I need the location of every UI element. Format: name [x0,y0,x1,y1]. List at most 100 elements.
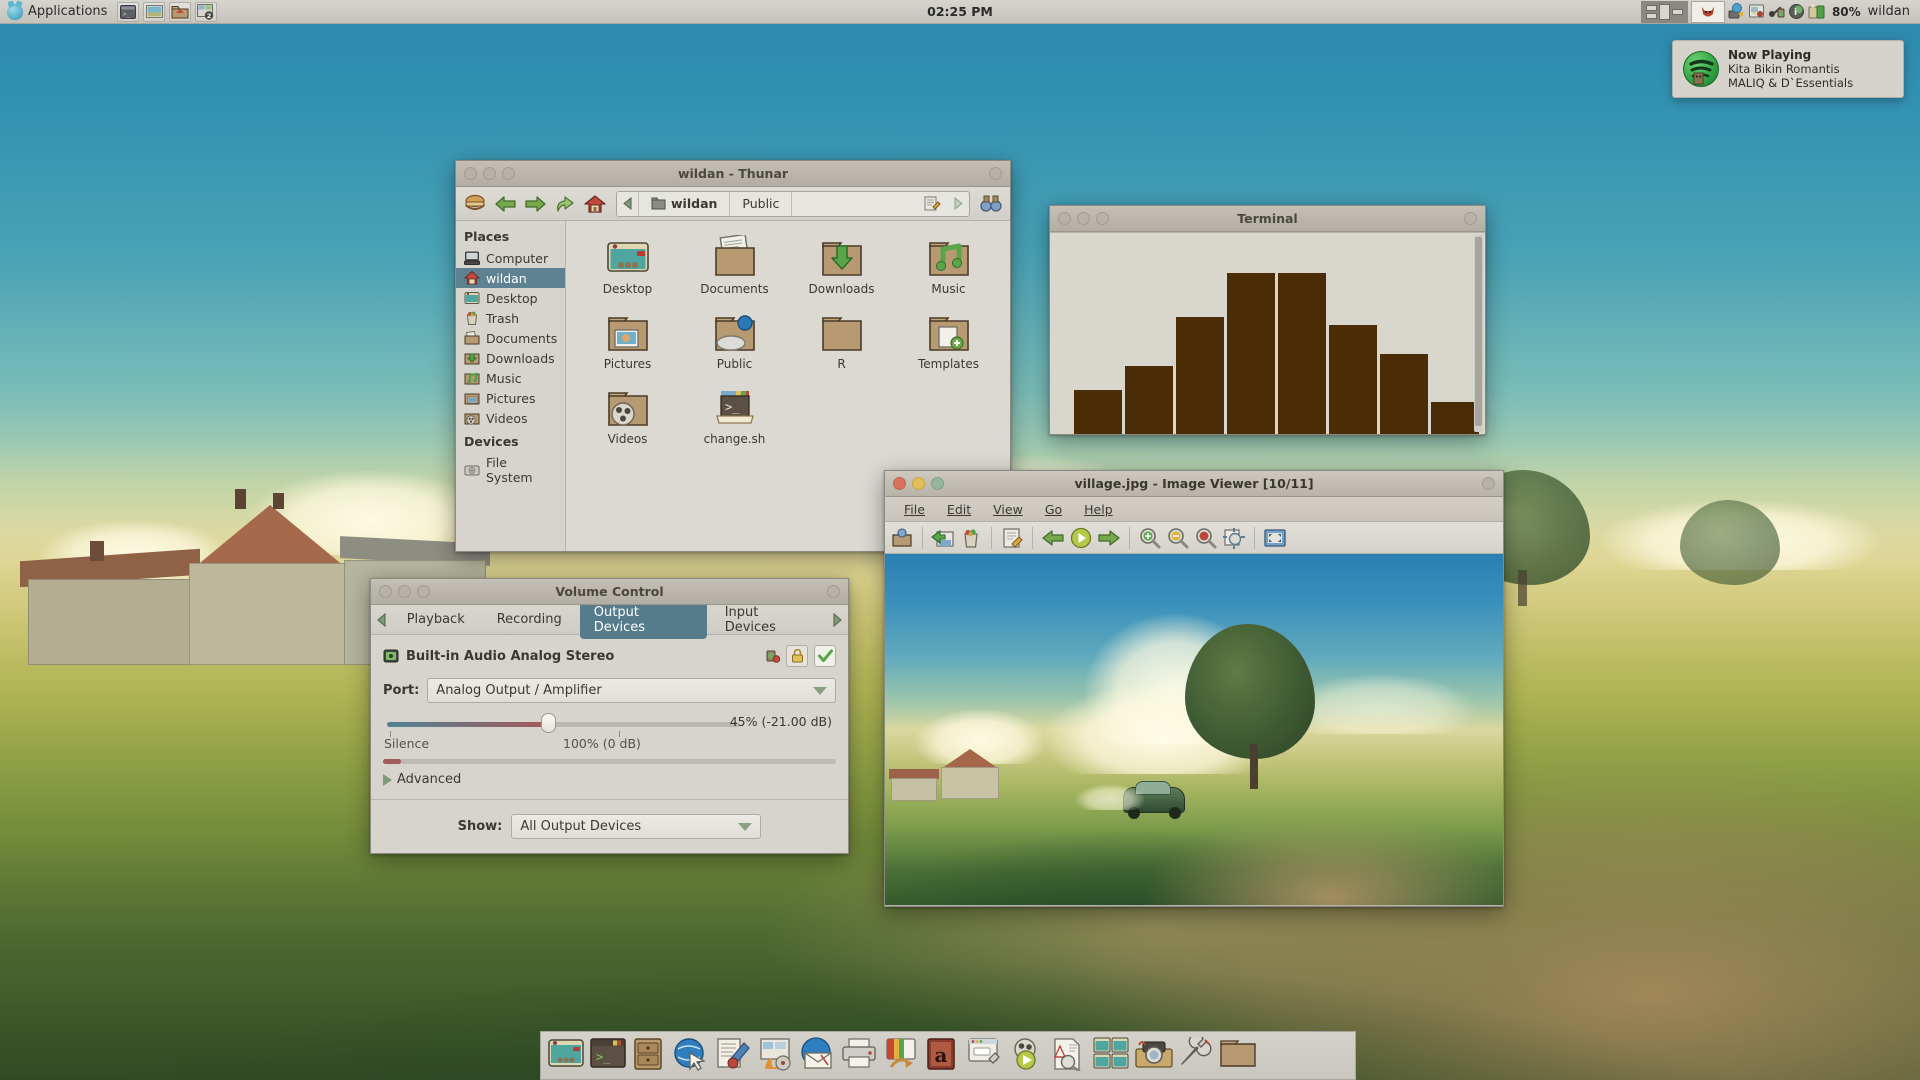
back-button[interactable] [492,191,518,217]
file-item-r[interactable]: R [788,306,895,375]
menu-view[interactable]: View [982,500,1034,519]
launcher-display[interactable] [143,1,166,22]
file-item-desktop[interactable]: Desktop [574,231,681,300]
minimize-button[interactable] [1077,212,1090,225]
dock-mail[interactable] [799,1036,837,1075]
places-sidebar[interactable]: Places Computer wildan Desktop Trash Doc… [456,221,566,551]
launcher-filemanager[interactable] [169,1,192,22]
workspace-cell[interactable] [1645,4,1657,11]
panel-clock[interactable]: 02:25 PM [0,4,1920,19]
sidebar-item-downloads[interactable]: Downloads [456,348,565,368]
slideshow-button[interactable] [1068,525,1094,551]
username-label[interactable]: wildan [1868,4,1914,19]
launcher-terminal[interactable]: >_ [117,1,140,22]
menu-button[interactable] [462,191,488,217]
dock-notes[interactable] [883,1037,921,1075]
close-button[interactable] [379,585,392,598]
advanced-disclosure[interactable]: Advanced [383,772,836,787]
minimize-button[interactable] [398,585,411,598]
dock-desktop[interactable] [547,1037,585,1075]
top-panel[interactable]: Applications >_ 2 02:25 PM i 80% wildan [0,0,1920,24]
sidebar-item-trash[interactable]: Trash [456,308,565,328]
window-menu-button[interactable] [1464,212,1477,225]
file-item-templates[interactable]: Templates [895,306,1002,375]
next-image-button[interactable] [1096,525,1122,551]
terminal-titlebar[interactable]: Terminal [1050,206,1485,232]
image-canvas[interactable] [885,554,1503,906]
file-item-music[interactable]: Music [895,231,1002,300]
volume-control-window[interactable]: Volume Control Playback Recording Output… [370,578,849,854]
zoom-fit-button[interactable] [1221,525,1247,551]
tab-input-devices[interactable]: Input Devices [711,601,827,639]
maximize-button[interactable] [417,585,430,598]
dock-document-viewer[interactable] [1051,1037,1089,1075]
sidebar-item-music[interactable]: Music [456,368,565,388]
menu-help[interactable]: Help [1073,500,1124,519]
path-prev-icon[interactable] [617,191,639,216]
edit-path-icon[interactable] [924,196,941,211]
minimize-button[interactable] [912,477,925,490]
forward-button[interactable] [522,191,548,217]
open-button[interactable] [889,525,915,551]
bottom-dock[interactable]: >_ a [540,1031,1356,1080]
dock-printer[interactable] [841,1037,879,1075]
minimize-button[interactable] [483,167,496,180]
maximize-button[interactable] [502,167,515,180]
speaker-mute-icon[interactable] [764,648,781,664]
show-select[interactable]: All Output Devices [511,814,762,839]
maximize-button[interactable] [1096,212,1109,225]
terminal-scrollbar[interactable] [1474,235,1483,432]
window-menu-button[interactable] [989,167,1002,180]
dock-workspaces[interactable] [1093,1037,1131,1075]
sidebar-item-desktop[interactable]: Desktop [456,288,565,308]
dock-terminal[interactable]: >_ [589,1037,627,1075]
dock-dictionary[interactable]: a [925,1037,963,1075]
sidebar-item-filesystem[interactable]: File System [456,453,565,487]
up-button[interactable] [552,191,578,217]
file-item-pictures[interactable]: Pictures [574,306,681,375]
file-item-change-sh[interactable]: >_ change.sh [681,381,788,450]
zoom-in-button[interactable] [1137,525,1163,551]
tabs-scroll-left-button[interactable] [373,612,391,627]
dock-settings[interactable] [967,1037,1005,1075]
workspace-cell[interactable] [1671,8,1683,15]
maximize-button[interactable] [931,477,944,490]
tray-network[interactable] [1728,3,1745,20]
lock-channels-button[interactable] [786,645,808,667]
menu-file[interactable]: File [893,500,936,519]
tray-battery[interactable] [1808,3,1825,20]
fullscreen-button[interactable] [1262,525,1288,551]
sidebar-item-pictures[interactable]: Pictures [456,388,565,408]
file-item-documents[interactable]: Documents [681,231,788,300]
breadcrumb-wildan[interactable]: wildan [639,191,731,216]
file-item-videos[interactable]: Videos [574,381,681,450]
file-item-public[interactable]: Public [681,306,788,375]
thunar-toolbar[interactable]: wildan Public [456,187,1010,221]
dock-archive[interactable] [631,1037,669,1075]
save-as-button[interactable] [930,525,956,551]
workspace-switcher[interactable] [1640,0,1688,23]
properties-button[interactable] [999,525,1025,551]
dock-text-editor[interactable] [715,1037,753,1075]
window-menu-button[interactable] [827,585,840,598]
breadcrumb[interactable]: wildan Public [616,190,970,217]
menu-go[interactable]: Go [1034,500,1073,519]
set-default-button[interactable] [814,645,836,667]
dock-browser[interactable] [673,1037,711,1075]
image-viewer-menubar[interactable]: File Edit View Go Help [885,497,1503,522]
terminal-content[interactable] [1050,232,1485,434]
tab-recording[interactable]: Recording [483,608,576,631]
tab-output-devices[interactable]: Output Devices [579,600,707,639]
tray-audio[interactable] [1768,3,1785,20]
dock-burner[interactable] [757,1037,795,1075]
dock-media-player[interactable] [1009,1037,1047,1075]
sidebar-item-computer[interactable]: Computer [456,248,565,268]
delete-button[interactable] [958,525,984,551]
zoom-reset-button[interactable] [1193,525,1219,551]
file-item-downloads[interactable]: Downloads [788,231,895,300]
thunar-titlebar[interactable]: wildan - Thunar [456,161,1010,187]
close-button[interactable] [1058,212,1071,225]
tab-playback[interactable]: Playback [393,608,479,631]
dock-screenshot[interactable] [1135,1037,1173,1075]
terminal-window[interactable]: Terminal [1049,205,1486,435]
